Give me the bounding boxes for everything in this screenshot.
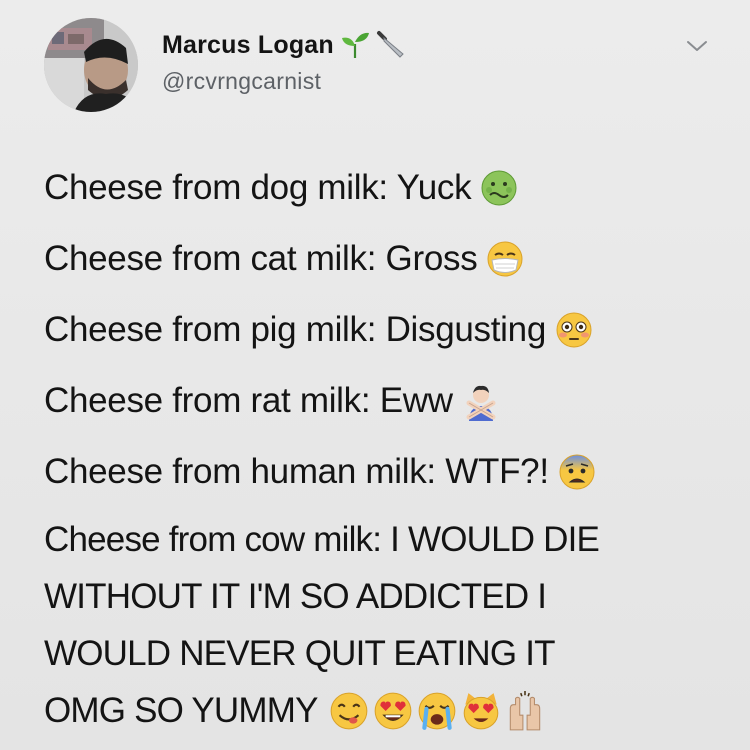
person-gesturing-no-icon <box>461 381 501 421</box>
knife-icon <box>376 30 406 60</box>
heart-eyes-cat-icon <box>460 690 502 732</box>
tweet-line: Cheese from dog milk: Yuck <box>44 152 724 223</box>
tweet-line-text: WITHOUT IT I'M SO ADDICTED I <box>44 577 547 616</box>
nauseated-face-icon <box>479 168 519 208</box>
avatar[interactable] <box>44 18 138 112</box>
raising-hands-icon <box>504 690 546 732</box>
tweet-card: Marcus Logan @rcvrngcarnist Cheese from … <box>0 0 750 750</box>
flushed-face-icon <box>554 310 594 350</box>
tweet-line: Cheese from rat milk: Eww <box>44 365 724 436</box>
chevron-down-icon[interactable] <box>684 36 710 56</box>
seedling-icon <box>340 30 370 60</box>
display-name[interactable]: Marcus Logan <box>162 31 334 60</box>
emoji-group <box>328 690 546 732</box>
face-with-mask-icon <box>485 239 525 279</box>
tweet-line: Cheese from pig milk: Disgusting <box>44 294 724 365</box>
tweet-body: Cheese from dog milk: Yuck Cheese from c… <box>44 152 724 739</box>
tweet-last-line: OMG SO YUMMY <box>44 682 724 739</box>
tweet-line-text: Cheese from pig milk: Disgusting <box>44 310 546 349</box>
tweet-line-text: Cheese from cat milk: Gross <box>44 239 478 278</box>
tweet-line-text: Cheese from dog milk: Yuck <box>44 168 472 207</box>
tweet-line: Cheese from cat milk: Gross <box>44 223 724 294</box>
tweet-line-text: Cheese from rat milk: Eww <box>44 381 453 420</box>
tweet-line-text: OMG SO YUMMY <box>44 691 318 730</box>
fearful-face-icon <box>557 452 597 492</box>
yum-face-icon <box>328 690 370 732</box>
tweet-line: Cheese from human milk: WTF?! <box>44 436 724 507</box>
tweet-line-text: WOULD NEVER QUIT EATING IT <box>44 634 556 673</box>
crying-face-icon <box>416 690 458 732</box>
tweet-line-text: Cheese from human milk: WTF?! <box>44 452 549 491</box>
user-handle[interactable]: @rcvrngcarnist <box>162 68 321 95</box>
heart-eyes-face-icon <box>372 690 414 732</box>
tweet-line-text: Cheese from cow milk: I WOULD DIE <box>44 520 600 559</box>
name-row: Marcus Logan <box>162 30 406 60</box>
tweet-header: Marcus Logan @rcvrngcarnist <box>40 14 720 114</box>
tweet-final-paragraph: Cheese from cow milk: I WOULD DIE WITHOU… <box>44 511 724 739</box>
